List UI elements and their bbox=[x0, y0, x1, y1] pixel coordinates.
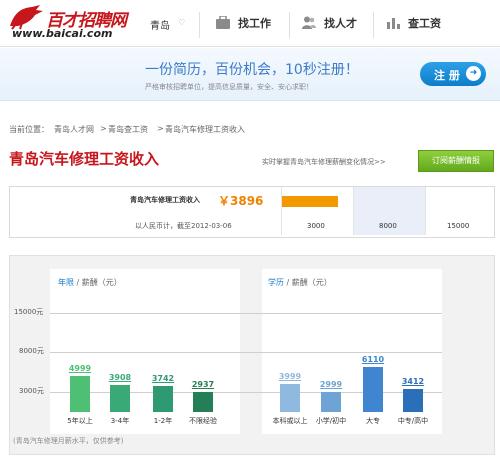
banner-subline: 严格审核招聘单位，提高信息质量，安全、安心求职！ bbox=[145, 83, 313, 91]
bar-category-label: 本科或以上 bbox=[272, 417, 308, 425]
subscribe-hint[interactable]: 实时掌握青岛汽车修理薪酬变化情况>> bbox=[262, 157, 386, 167]
salary-range-bar bbox=[282, 196, 338, 207]
people-icon bbox=[302, 16, 316, 29]
bar-value-label[interactable]: 3412 bbox=[393, 377, 433, 386]
legend-metric: 薪酬（元） bbox=[81, 278, 122, 287]
breadcrumb-separator: > bbox=[157, 124, 164, 133]
y-tick-label: 15000元 bbox=[14, 308, 44, 316]
bar-category-label: 3-4年 bbox=[110, 417, 130, 425]
bar[interactable] bbox=[110, 384, 130, 412]
breadcrumb-item[interactable]: 青岛人才网 bbox=[54, 124, 94, 135]
legend-separator: / bbox=[286, 278, 290, 287]
register-label: 注 册 bbox=[434, 69, 460, 82]
bar-value-label[interactable]: 3999 bbox=[270, 372, 310, 381]
bar-category-label: 不限经验 bbox=[189, 417, 217, 425]
chart-footnote: (青岛汽车修理月薪水平，仅供参考) bbox=[13, 437, 124, 445]
gridline bbox=[50, 352, 442, 353]
legend-separator: / bbox=[76, 278, 80, 287]
banner-headline: 一份简历，百份机会，10秒注册！ bbox=[145, 62, 359, 78]
salary-note: 以人民币计，截至2012-03-06 bbox=[135, 222, 232, 230]
nav-find-job-label: 找工作 bbox=[238, 17, 271, 30]
bar-category-label: 小学/初中 bbox=[315, 417, 347, 425]
bar-value-label[interactable]: 3742 bbox=[143, 374, 183, 383]
nav-find-job[interactable]: 找工作 bbox=[216, 15, 271, 33]
bar[interactable] bbox=[403, 388, 423, 412]
chart-legend-education: 学历 / 薪酬（元） bbox=[268, 277, 332, 288]
breadcrumb-item[interactable]: 青岛查工资 bbox=[108, 124, 148, 135]
y-tick-label: 3000元 bbox=[19, 387, 44, 395]
subscribe-button[interactable]: 订阅薪酬情报 bbox=[418, 150, 494, 172]
bar-chart-icon bbox=[387, 18, 400, 29]
nav-find-talent-label: 找人才 bbox=[324, 17, 357, 30]
range-label: 3000 bbox=[307, 222, 325, 230]
breadcrumb-prefix: 当前位置： bbox=[9, 125, 49, 134]
gridline bbox=[50, 313, 442, 314]
register-button[interactable]: 注 册 ➜ bbox=[420, 62, 486, 86]
range-label: 8000 bbox=[379, 222, 397, 230]
legend-dimension: 学历 bbox=[268, 278, 284, 287]
bar-category-label: 5年以上 bbox=[67, 417, 93, 425]
bar[interactable] bbox=[70, 376, 90, 412]
bar[interactable] bbox=[321, 392, 341, 412]
heart-icon[interactable]: ♡ bbox=[178, 18, 185, 27]
nav-check-salary-label: 查工资 bbox=[408, 17, 441, 30]
logo-url[interactable]: www.baicai.com bbox=[12, 27, 112, 40]
city-selector[interactable]: 青岛 bbox=[150, 17, 170, 32]
gridline bbox=[50, 392, 442, 393]
bar[interactable] bbox=[153, 386, 173, 412]
nav-divider bbox=[199, 12, 200, 38]
legend-metric: 薪酬（元） bbox=[291, 278, 332, 287]
nav-divider bbox=[289, 12, 290, 38]
y-tick-label: 8000元 bbox=[19, 347, 44, 355]
bar[interactable] bbox=[280, 384, 300, 412]
range-label: 15000 bbox=[447, 222, 470, 230]
bar[interactable] bbox=[363, 367, 383, 412]
bar-category-label: 中专/高中 bbox=[397, 417, 429, 425]
nav-divider bbox=[373, 12, 374, 38]
bar[interactable] bbox=[193, 392, 213, 412]
legend-dimension: 年限 bbox=[58, 278, 74, 287]
bar-value-label[interactable]: 3908 bbox=[100, 373, 140, 382]
salary-value: ￥3896 bbox=[218, 194, 264, 208]
briefcase-icon bbox=[216, 16, 230, 29]
bar-value-label[interactable]: 2999 bbox=[311, 380, 351, 389]
breadcrumb-current: 青岛汽车修理工资收入 bbox=[165, 125, 245, 134]
chart-legend-experience: 年限 / 薪酬（元） bbox=[58, 277, 122, 288]
bar-value-label[interactable]: 6110 bbox=[353, 355, 393, 364]
breadcrumb-separator: > bbox=[100, 124, 107, 133]
nav-find-talent[interactable]: 找人才 bbox=[302, 15, 357, 33]
bar-category-label: 大专 bbox=[366, 417, 380, 425]
bar-value-label[interactable]: 4999 bbox=[60, 364, 100, 373]
page-title: 青岛汽车修理工资收入 bbox=[9, 150, 160, 168]
bar-value-label[interactable]: 2937 bbox=[183, 380, 223, 389]
salary-label: 青岛汽车修理工资收入 bbox=[130, 196, 200, 204]
bar-category-label: 1-2年 bbox=[153, 417, 173, 425]
arrow-right-icon: ➜ bbox=[466, 66, 481, 81]
nav-check-salary[interactable]: 查工资 bbox=[386, 15, 441, 33]
